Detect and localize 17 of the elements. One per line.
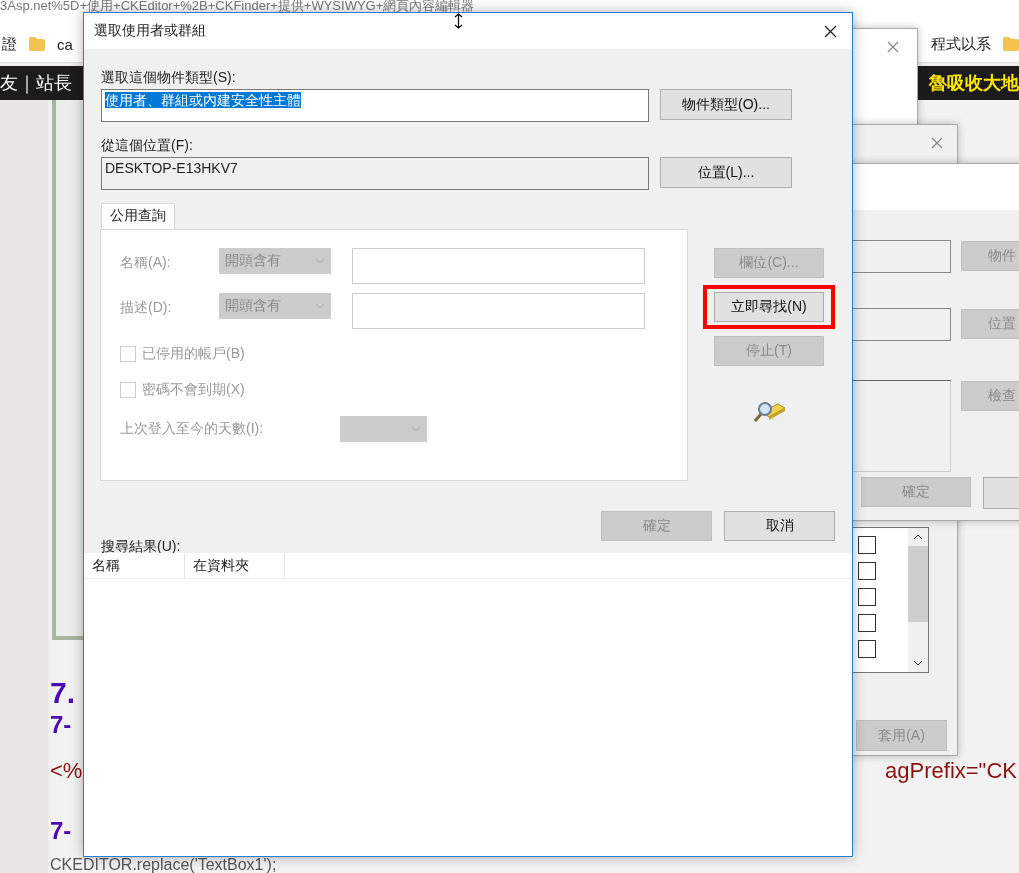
field-label: 上次登入至今的天數(I): [120, 420, 265, 438]
article-subheading: 7- [50, 710, 72, 740]
field-value: DESKTOP-E13HKV7 [105, 160, 238, 176]
checkbox-label: 已停用的帳戶(B) [142, 344, 245, 363]
article-subheading: 7- [50, 816, 72, 846]
results-label: 搜尋結果(U): [101, 538, 182, 556]
code-text: CKEDITOR.replace('TextBox1'); [50, 857, 277, 873]
code-text: agPrefix="CK [885, 757, 1017, 785]
article-heading: 7. [50, 676, 76, 710]
checkbox-label: 密碼不會到期(X) [142, 380, 245, 399]
field-value: 使用者、群組或內建安全性主體 [105, 92, 301, 108]
code-text: <% [50, 757, 83, 785]
field-label: 從這個位置(F): [101, 137, 194, 155]
field-label: 描述(D): [120, 298, 173, 317]
field-label: 名稱(A): [120, 253, 172, 272]
field-label: 選取這個物件類型(S): [101, 69, 237, 87]
site-slogan: 魯吸收大地 [929, 72, 1019, 95]
